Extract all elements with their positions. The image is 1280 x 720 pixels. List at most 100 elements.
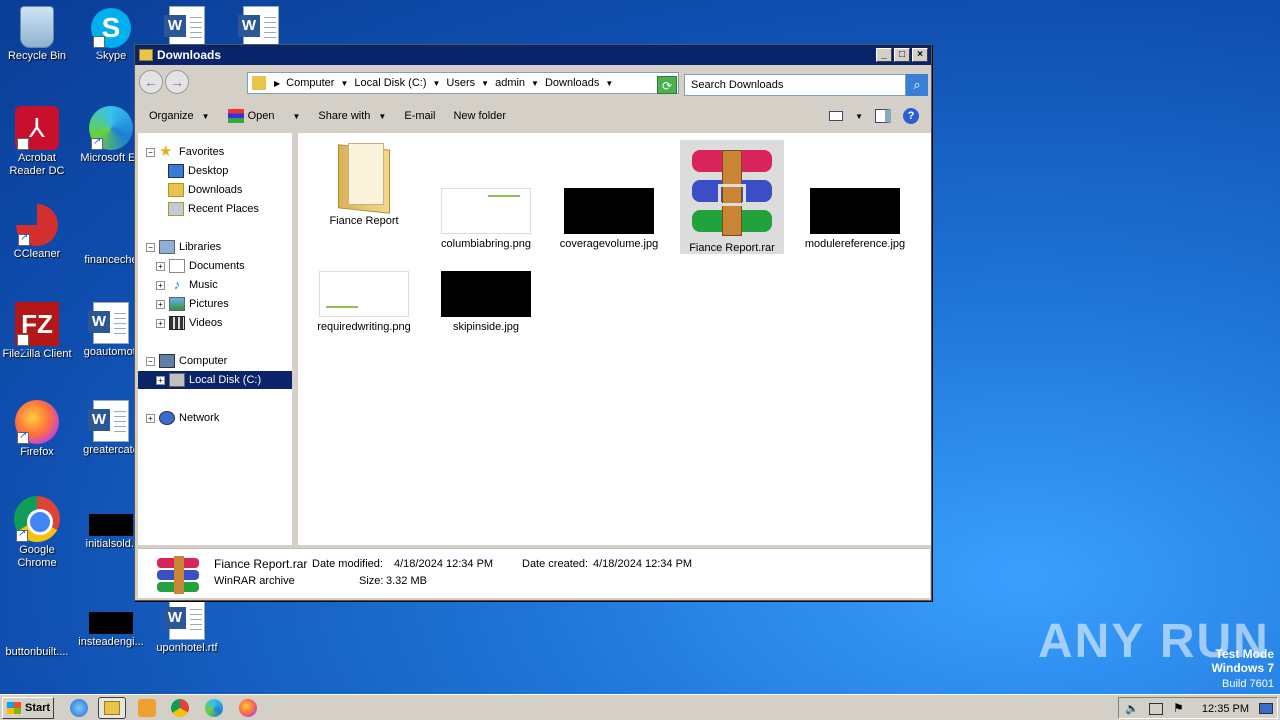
title-bar[interactable]: Downloads _ □ × (135, 45, 931, 65)
desktop-icon-insteadengi[interactable]: insteadengi... (74, 596, 148, 649)
expand-icon[interactable]: + (156, 299, 165, 309)
file-name: Fiance Report (329, 215, 399, 227)
refresh-button[interactable]: ⟳ (657, 76, 677, 94)
system-tray: 🔈 ⚑ 12:35 PM (1118, 697, 1278, 719)
breadcrumb-computer[interactable]: Computer (286, 77, 334, 89)
close-button[interactable]: × (912, 48, 928, 62)
file-item-image[interactable]: columbiabring.png (434, 188, 538, 251)
file-item-image[interactable]: modulereference.jpg (803, 188, 907, 251)
explorer-window: Downloads _ □ × ← → ▶ Computer ▼ Local D… (134, 44, 932, 601)
file-name: modulereference.jpg (804, 238, 906, 250)
organize-button[interactable]: Organize ▼ (149, 110, 210, 122)
collapse-icon[interactable]: − (146, 242, 155, 252)
test-mode-text: Test Mode (1215, 647, 1274, 661)
details-pane: Fiance Report.rar WinRAR archive Date mo… (138, 548, 930, 598)
collapse-icon[interactable]: − (146, 356, 155, 366)
ie-icon[interactable] (70, 699, 88, 717)
back-button[interactable]: ← (139, 70, 163, 94)
desktop-icon-firefox[interactable]: Firefox (0, 400, 74, 459)
network-tray-icon[interactable] (1149, 703, 1163, 715)
computer-icon (159, 354, 175, 368)
breadcrumb-local-disk[interactable]: Local Disk (C:) (354, 77, 426, 89)
address-bar[interactable]: ▶ Computer ▼ Local Disk (C:) ▼ Users ▼ a… (247, 72, 679, 94)
media-player-icon[interactable] (138, 699, 156, 717)
desktop-icon-uponhotel[interactable]: uponhotel.rtf (150, 598, 224, 655)
breadcrumb-downloads[interactable]: Downloads (545, 77, 599, 89)
nav-label: Local Disk (C:) (189, 374, 262, 386)
file-item-folder[interactable]: Fiance Report (312, 141, 416, 228)
chevron-icon[interactable]: ▼ (531, 79, 539, 88)
nav-label: Pictures (189, 298, 229, 310)
nav-item-downloads[interactable]: Downloads (168, 181, 242, 199)
file-name: Fiance Report.rar (689, 242, 775, 254)
desktop-icon-chrome[interactable]: Google Chrome (0, 496, 74, 570)
windows-version-text: Windows 7 (1211, 661, 1274, 675)
command-bar: Organize ▼ Open ▼ Share with ▼ E-mail New f… (135, 101, 931, 131)
file-item-image[interactable]: skipinside.jpg (434, 271, 538, 334)
desktop-icon-buttonbuilt[interactable]: buttonbuilt.... (0, 596, 74, 659)
winrar-icon (227, 109, 244, 123)
view-icon[interactable] (829, 111, 844, 121)
file-item-rar-selected[interactable]: Fiance Report.rar (680, 140, 784, 254)
nav-item-local-disk[interactable]: + Local Disk (C:) (138, 371, 292, 389)
help-icon[interactable]: ? (903, 108, 919, 124)
nav-item-videos[interactable]: + Videos (156, 314, 222, 332)
chevron-icon[interactable]: ▼ (433, 79, 441, 88)
clock[interactable]: 12:35 PM (1202, 703, 1249, 715)
nav-item-documents[interactable]: + Documents (156, 257, 245, 275)
breadcrumb-admin[interactable]: admin (495, 77, 525, 89)
nav-label: Downloads (188, 184, 243, 196)
nav-item-favorites[interactable]: − ★ Favorites (146, 143, 224, 161)
chevron-icon[interactable]: ▼ (605, 79, 613, 88)
open-button[interactable]: Open ▼ (227, 109, 300, 123)
collapse-icon[interactable]: − (146, 147, 155, 157)
nav-item-music[interactable]: + ♪ Music (156, 276, 218, 294)
volume-icon[interactable]: 🔈 (1125, 702, 1139, 715)
chrome-icon[interactable] (171, 699, 189, 717)
nav-item-computer[interactable]: − Computer (146, 352, 227, 370)
preview-pane-icon[interactable] (875, 109, 891, 123)
desktop-icon-label: Recycle Bin (7, 50, 67, 62)
firefox-icon[interactable] (239, 699, 257, 717)
chevron-down-icon[interactable]: ▼ (292, 112, 300, 121)
forward-button[interactable]: → (165, 70, 189, 94)
desktop-icon-filezilla[interactable]: FZ FileZilla Client (0, 302, 74, 376)
details-file-type: WinRAR archive (214, 575, 295, 587)
nav-item-recent-places[interactable]: Recent Places (168, 200, 259, 218)
edge-icon[interactable] (205, 699, 223, 717)
file-item-image[interactable]: requiredwriting.png (312, 271, 416, 334)
expand-icon[interactable]: + (146, 413, 155, 423)
file-item-image[interactable]: coveragevolume.jpg (557, 188, 661, 251)
minimize-button[interactable]: _ (876, 48, 892, 62)
image-thumbnail (810, 188, 900, 234)
folder-icon (139, 49, 153, 61)
folder-icon (104, 701, 120, 715)
expand-icon[interactable]: + (156, 280, 165, 290)
nav-item-pictures[interactable]: + Pictures (156, 295, 229, 313)
start-button[interactable]: Start (2, 697, 54, 719)
nav-item-libraries[interactable]: − Libraries (146, 238, 221, 256)
explorer-taskbar-button[interactable] (98, 697, 126, 719)
desktop-icon-acrobat[interactable]: ⅄ Acrobat Reader DC (0, 106, 74, 180)
chevron-down-icon[interactable]: ▼ (855, 112, 863, 121)
maximize-button[interactable]: □ (894, 48, 910, 62)
share-with-button[interactable]: Share with ▼ (318, 110, 386, 122)
file-name: columbiabring.png (441, 238, 531, 250)
breadcrumb-users[interactable]: Users (446, 77, 475, 89)
expand-icon[interactable]: + (156, 375, 165, 385)
nav-item-desktop[interactable]: Desktop (168, 162, 228, 180)
chevron-icon[interactable]: ▼ (340, 79, 348, 88)
expand-icon[interactable]: + (156, 261, 165, 271)
nav-item-network[interactable]: + Network (146, 409, 219, 427)
search-input[interactable]: Search Downloads (684, 74, 906, 96)
search-icon[interactable]: ⌕ (906, 74, 928, 96)
expand-icon[interactable]: + (156, 318, 165, 328)
show-desktop-icon[interactable] (1259, 703, 1273, 714)
email-button[interactable]: E-mail (404, 110, 435, 122)
new-folder-button[interactable]: New folder (453, 110, 506, 122)
chevron-down-icon: ▼ (378, 111, 387, 121)
chevron-icon[interactable]: ▼ (481, 79, 489, 88)
desktop-icon-recycle-bin[interactable]: Recycle Bin (0, 6, 74, 63)
desktop-icon-ccleaner[interactable]: CCleaner (0, 204, 74, 261)
action-center-flag-icon[interactable]: ⚑ (1173, 701, 1184, 715)
